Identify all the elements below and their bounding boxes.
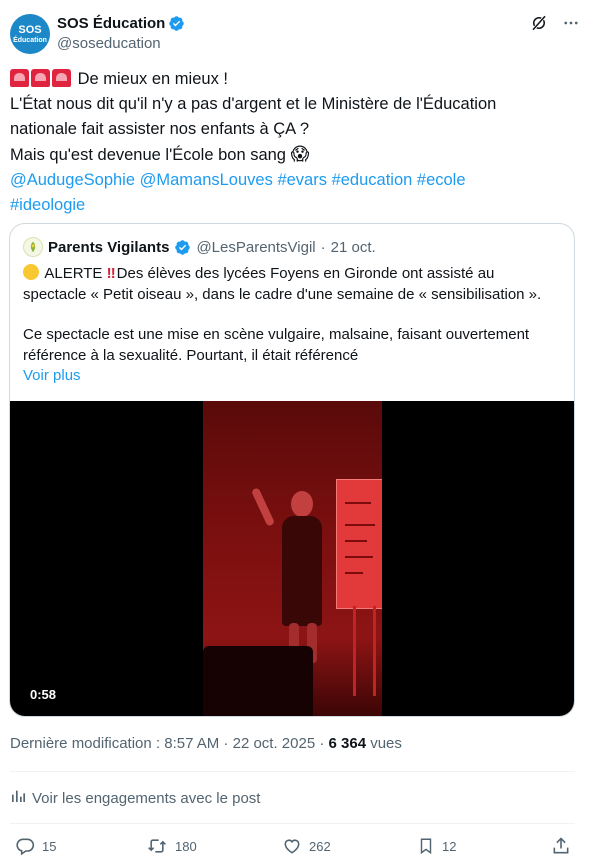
performer-head (291, 491, 313, 517)
divider (10, 823, 575, 824)
quoted-author-avatar[interactable] (23, 237, 43, 257)
reply-button[interactable]: 15 (15, 836, 56, 856)
quoted-post-text: ALERTE ‼ Des élèves des lycées Foyens en … (23, 264, 563, 387)
post-links-line: @AudugeSophie @MamansLouves #evars #educ… (10, 168, 575, 193)
quoted-line-3: Ce spectacle est une mise en scène vulga… (23, 326, 530, 343)
divider (10, 771, 575, 772)
verified-icon (174, 239, 191, 256)
quoted-line-4: référence à la sexualité. Pourtant, il é… (23, 346, 359, 364)
header-actions (530, 12, 580, 34)
quoted-line-2: spectacle « Petit oiseau », dans le cadr… (23, 285, 542, 303)
siren-icon (31, 69, 50, 87)
hashtag-link[interactable]: #education (332, 171, 413, 189)
views-label: vues (370, 735, 402, 752)
quoted-post-date[interactable]: 21 oct. (331, 239, 376, 256)
action-bar: 15 180 262 12 (10, 836, 575, 858)
author-name-row[interactable]: SOS Éducation (57, 13, 185, 33)
view-engagements-label: Voir les engagements avec le post (32, 789, 261, 807)
like-count: 262 (309, 838, 331, 854)
reply-count: 15 (42, 838, 57, 854)
post-header: SOS Éducation SOS Éducation @soseducatio… (10, 12, 580, 56)
stage-whiteboard (336, 479, 382, 609)
analytics-icon (10, 788, 26, 808)
avatar-text-line2: Éducation (13, 36, 47, 44)
performer-body (282, 516, 322, 626)
video-player[interactable]: 0:58 (10, 401, 574, 716)
share-button[interactable] (551, 836, 571, 856)
post-line-1-text: De mieux en mieux ! (77, 70, 228, 88)
quoted-author-name[interactable]: Parents Vigilants (48, 239, 169, 256)
alert-word: ALERTE (44, 265, 103, 282)
post-line-2: L'État nous dit qu'il n'y a pas d'argent… (10, 95, 497, 113)
post-links-line-2: #ideologie (10, 193, 575, 218)
hashtag-link[interactable]: #ideologie (10, 196, 85, 214)
share-icon (551, 836, 571, 856)
bookmark-button[interactable]: 12 (417, 836, 456, 856)
view-engagements-link[interactable]: Voir les engagements avec le post (10, 788, 260, 808)
bookmark-icon (417, 836, 435, 856)
repost-count: 180 (175, 838, 197, 854)
quoted-line-1: ALERTE ‼ Des élèves des lycées Foyens en … (23, 264, 563, 285)
video-thumbnail (203, 401, 382, 716)
reply-icon (15, 836, 35, 856)
quoted-post-header: Parents Vigilants @LesParentsVigil · 21 … (23, 236, 376, 258)
author-handle[interactable]: @soseducation (57, 35, 185, 52)
author-info: SOS Éducation @soseducation (57, 13, 185, 52)
post-line-3: nationale fait assister nos enfants à ÇA… (10, 120, 310, 138)
post-line-4: Mais qu'est devenue l'École bon sang 😱 (10, 142, 575, 168)
quoted-line-1-text: Des élèves des lycées Foyens en Gironde … (116, 265, 495, 282)
post-text: De mieux en mieux ! L'État nous dit qu'i… (10, 67, 575, 218)
stage-prop (203, 646, 313, 716)
bookmark-count: 12 (442, 838, 457, 854)
siren-icon (10, 69, 29, 87)
mention-link[interactable]: @AudugeSophie (10, 171, 135, 189)
post-meta: Dernière modification : 8:57 AM · 22 oct… (10, 735, 402, 752)
meta-separator: · (320, 238, 326, 256)
show-more-link[interactable]: Voir plus (23, 366, 563, 387)
author-avatar[interactable]: SOS Éducation (10, 14, 50, 54)
post-line-4-text: Mais qu'est devenue l'École bon sang (10, 146, 286, 164)
avatar-text-line1: SOS (18, 23, 42, 36)
post-line-1: De mieux en mieux ! (10, 67, 575, 92)
repost-icon (146, 836, 168, 856)
double-exclamation-icon: ‼ (106, 265, 116, 282)
mention-link[interactable]: @MamansLouves (140, 171, 273, 189)
repost-button[interactable]: 180 (146, 836, 197, 856)
grok-icon[interactable] (530, 14, 548, 32)
scream-emoji: 😱 (290, 144, 310, 164)
author-name[interactable]: SOS Éducation (57, 15, 165, 32)
more-icon[interactable] (562, 14, 580, 32)
performer-arm (250, 487, 276, 527)
hashtag-link[interactable]: #ecole (417, 171, 466, 189)
modified-timestamp[interactable]: Dernière modification : 8:57 AM · 22 oct… (10, 735, 324, 752)
yellow-circle-icon (23, 264, 39, 280)
hashtag-link[interactable]: #evars (277, 171, 327, 189)
like-icon (282, 836, 302, 856)
quoted-post[interactable]: Parents Vigilants @LesParentsVigil · 21 … (9, 223, 575, 717)
siren-icon (52, 69, 71, 87)
quoted-author-handle: @LesParentsVigil (196, 238, 316, 256)
views-count: 6 364 (328, 735, 367, 752)
video-duration: 0:58 (30, 687, 57, 702)
like-button[interactable]: 262 (282, 836, 331, 856)
verified-icon[interactable] (168, 15, 185, 32)
